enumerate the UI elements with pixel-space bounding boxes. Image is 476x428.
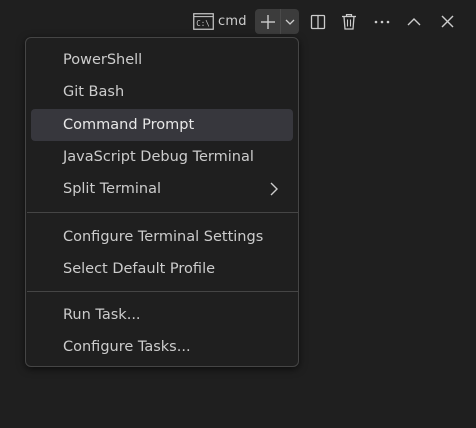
close-icon <box>441 15 453 28</box>
menu-separator <box>27 291 299 292</box>
maximize-panel-button[interactable] <box>402 9 426 34</box>
menu-item-select-default-profile[interactable]: Select Default Profile <box>31 253 293 285</box>
menu-item-git-bash[interactable]: Git Bash <box>31 76 293 108</box>
launch-profile-menu: PowerShell Git Bash Command Prompt JavaS… <box>25 37 299 367</box>
trash-icon <box>342 14 356 30</box>
menu-item-configure-terminal-settings[interactable]: Configure Terminal Settings <box>31 221 293 253</box>
chevron-up-icon <box>407 18 421 26</box>
more-actions-button[interactable] <box>370 9 394 34</box>
menu-item-split-terminal-label: Split Terminal <box>63 181 162 197</box>
menu-item-javascript-debug-terminal[interactable]: JavaScript Debug Terminal <box>31 141 293 173</box>
svg-text:C:\: C:\ <box>196 19 210 28</box>
menu-separator <box>27 212 299 213</box>
terminal-panel: C:\ cmd PowerShell Git Bash Command Prom… <box>0 0 476 428</box>
close-panel-button[interactable] <box>435 9 459 34</box>
menu-item-run-task[interactable]: Run Task... <box>31 299 293 331</box>
new-terminal-button[interactable] <box>255 9 280 34</box>
new-terminal-group <box>255 9 299 34</box>
chevron-down-icon <box>285 19 295 25</box>
plus-icon <box>260 14 275 29</box>
menu-item-command-prompt[interactable]: Command Prompt <box>31 109 293 141</box>
terminal-toolbar: C:\ cmd <box>0 8 476 36</box>
menu-item-split-terminal[interactable]: Split Terminal <box>31 173 293 205</box>
ellipsis-icon <box>374 20 390 23</box>
command-prompt-icon: C:\ <box>193 12 214 30</box>
menu-item-powershell[interactable]: PowerShell <box>31 44 293 76</box>
split-editor-icon <box>310 14 326 29</box>
split-terminal-button[interactable] <box>306 9 330 34</box>
chevron-right-icon <box>270 182 278 196</box>
terminal-tab-label: cmd <box>218 13 247 29</box>
kill-terminal-button[interactable] <box>337 9 361 34</box>
menu-item-configure-tasks[interactable]: Configure Tasks... <box>31 331 293 363</box>
launch-profile-button[interactable] <box>280 9 299 34</box>
terminal-tab[interactable]: C:\ cmd <box>193 9 247 33</box>
